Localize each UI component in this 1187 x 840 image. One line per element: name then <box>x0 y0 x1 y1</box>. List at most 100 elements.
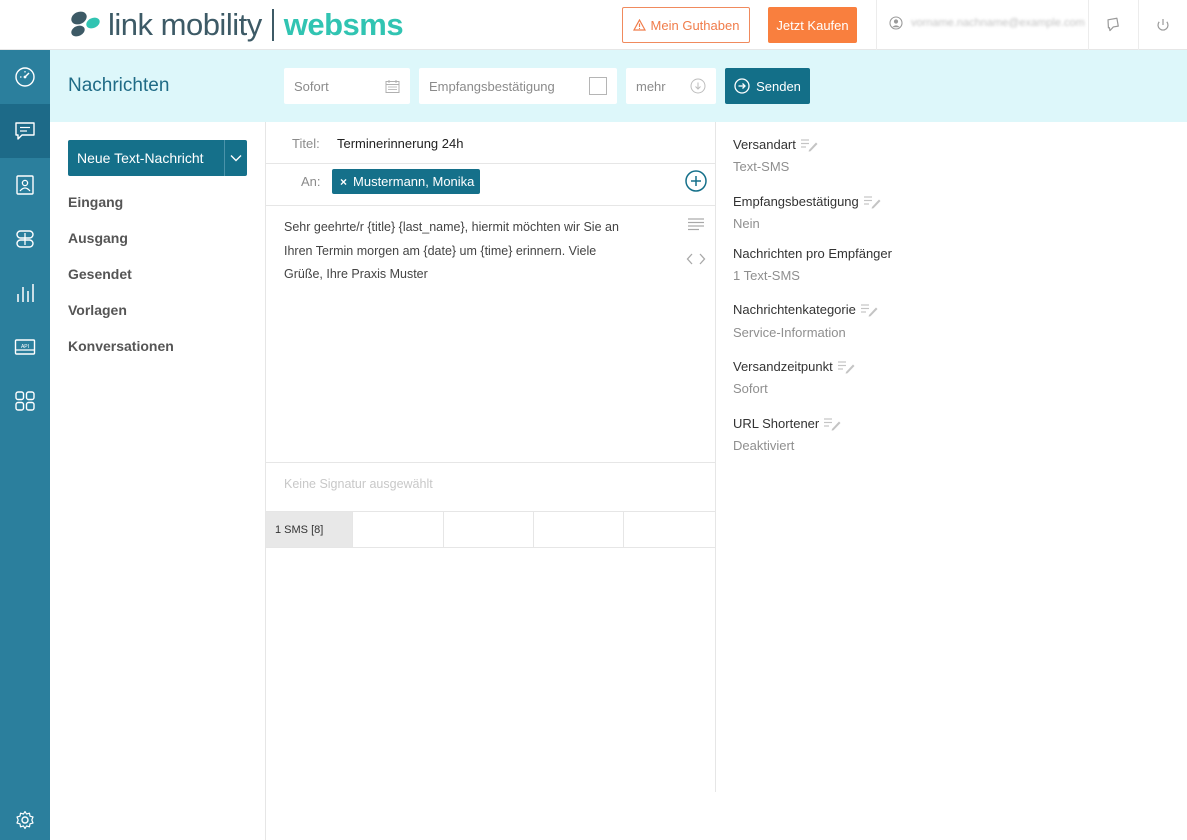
message-line: Ihren Termin morgen am {date} um {time} … <box>284 243 597 258</box>
user-icon <box>889 16 903 30</box>
logo-separator <box>271 9 274 41</box>
rail-integrations[interactable] <box>0 212 50 266</box>
balance-button-label: Mein Guthaben <box>650 17 740 33</box>
edit-icon[interactable] <box>837 360 855 374</box>
balance-button[interactable]: Mein Guthaben <box>622 7 750 43</box>
power-icon[interactable] <box>1154 16 1172 34</box>
dashboard-icon <box>15 67 35 87</box>
buy-now-label: Jetzt Kaufen <box>776 17 849 33</box>
logo-text: link mobility <box>108 7 262 42</box>
statistics-icon <box>17 284 34 302</box>
integrations-icon <box>16 230 34 248</box>
circle-arrow-down-icon <box>690 78 706 94</box>
more-options-button[interactable]: mehr <box>626 68 716 104</box>
header-divider <box>1138 0 1139 50</box>
rail-settings[interactable] <box>0 793 50 840</box>
receipt-toggle[interactable]: Empfangsbestätigung <box>419 68 617 104</box>
counter-cell <box>534 512 624 547</box>
setting-url-shortener[interactable]: URL Shortener <box>733 416 841 431</box>
chat-feedback-icon[interactable] <box>1104 16 1122 34</box>
setting-value: Sofort <box>733 381 768 396</box>
api-icon: API <box>14 339 36 355</box>
send-button[interactable]: Senden <box>725 68 810 104</box>
setting-versandzeitpunkt[interactable]: Versandzeitpunkt <box>733 359 855 374</box>
calendar-icon <box>385 79 400 93</box>
edit-icon[interactable] <box>823 417 841 431</box>
counter-cell <box>624 512 716 547</box>
sms-counter: 1 SMS [8] <box>266 512 353 547</box>
new-text-message-button[interactable]: Neue Text-Nachricht <box>68 140 247 176</box>
svg-text:API: API <box>21 344 29 350</box>
rail-dashboard[interactable] <box>0 50 50 104</box>
setting-label: URL Shortener <box>733 416 820 431</box>
setting-label: Versandzeitpunkt <box>733 359 833 374</box>
setting-value: 1 Text-SMS <box>733 268 800 283</box>
contacts-icon <box>16 175 34 195</box>
receipt-label: Empfangsbestätigung <box>429 78 555 94</box>
nav-item-vorlagen[interactable]: Vorlagen <box>68 302 127 318</box>
signature-select[interactable]: Keine Signatur ausgewählt <box>284 477 433 491</box>
send-label: Senden <box>756 78 801 94</box>
message-line: Grüße, Ihre Praxis Muster <box>284 267 428 281</box>
header-divider <box>1088 0 1089 50</box>
title-label: Titel: <box>292 136 320 151</box>
divider <box>266 462 716 463</box>
icon-rail: API <box>0 50 50 840</box>
circle-arrow-right-icon <box>734 78 750 94</box>
messages-icon <box>15 122 35 140</box>
counter-cell <box>353 512 444 547</box>
setting-value: Service-Information <box>733 325 846 340</box>
schedule-picker[interactable]: Sofort <box>284 68 410 104</box>
toolbar-banner <box>50 50 1187 122</box>
user-name: vorname.nachname@example.com <box>911 17 1085 29</box>
nav-item-konversationen[interactable]: Konversationen <box>68 338 174 354</box>
divider <box>266 205 716 206</box>
app-logo[interactable]: link mobility websms <box>68 6 404 44</box>
rail-messages[interactable] <box>0 104 50 158</box>
new-message-label: Neue Text-Nachricht <box>77 150 204 166</box>
setting-nachrichtenkategorie[interactable]: Nachrichtenkategorie <box>733 302 878 317</box>
receipt-checkbox[interactable] <box>589 77 607 95</box>
setting-empfangsbestaetigung[interactable]: Empfangsbestätigung <box>733 194 881 209</box>
counter-cell <box>444 512 534 547</box>
nav-item-eingang[interactable]: Eingang <box>68 194 123 210</box>
setting-value: Text-SMS <box>733 159 790 174</box>
schedule-value: Sofort <box>294 78 329 94</box>
user-menu[interactable]: vorname.nachname@example.com <box>889 16 1085 30</box>
edit-icon[interactable] <box>860 303 878 317</box>
add-recipient-icon[interactable] <box>685 170 707 192</box>
recipient-chip[interactable]: × Mustermann, Monika <box>332 169 481 194</box>
setting-nachrichten-pro-empfaenger: Nachrichten pro Empfänger <box>733 246 892 261</box>
logo-brand: websms <box>283 7 404 42</box>
edit-icon[interactable] <box>863 195 881 209</box>
setting-versandart[interactable]: Versandart <box>733 137 818 152</box>
sms-counter-bar: 1 SMS [8] <box>266 511 716 548</box>
setting-value: Nein <box>733 216 760 231</box>
title-input[interactable]: Terminerinnerung 24h <box>337 136 463 151</box>
settings-icon <box>16 810 34 830</box>
top-header: link mobility websms Mein Guthaben Jetzt… <box>0 0 1187 50</box>
text-format-icon[interactable] <box>687 217 705 231</box>
code-placeholder-icon[interactable] <box>686 252 706 266</box>
nav-item-gesendet[interactable]: Gesendet <box>68 266 132 282</box>
rail-statistics[interactable] <box>0 266 50 320</box>
apps-icon <box>15 391 35 411</box>
logo-mark-icon <box>71 11 100 37</box>
buy-now-button[interactable]: Jetzt Kaufen <box>768 7 857 43</box>
divider <box>266 163 716 164</box>
new-message-dropdown[interactable] <box>224 140 247 176</box>
rail-contacts[interactable] <box>0 158 50 212</box>
edit-icon[interactable] <box>800 138 818 152</box>
remove-recipient-icon[interactable]: × <box>340 175 347 189</box>
rail-apps[interactable] <box>0 374 50 428</box>
setting-label: Versandart <box>733 137 796 152</box>
page-title: Nachrichten <box>68 75 170 96</box>
header-divider <box>876 0 877 50</box>
recipient-label: An: <box>301 174 321 189</box>
message-body-textarea[interactable]: Sehr geehrte/r {title} {last_name}, hier… <box>284 216 629 287</box>
chevron-down-icon <box>230 155 242 162</box>
nav-item-ausgang[interactable]: Ausgang <box>68 230 128 246</box>
setting-label: Nachrichtenkategorie <box>733 302 856 317</box>
warning-icon <box>632 19 646 31</box>
rail-api[interactable]: API <box>0 320 50 374</box>
